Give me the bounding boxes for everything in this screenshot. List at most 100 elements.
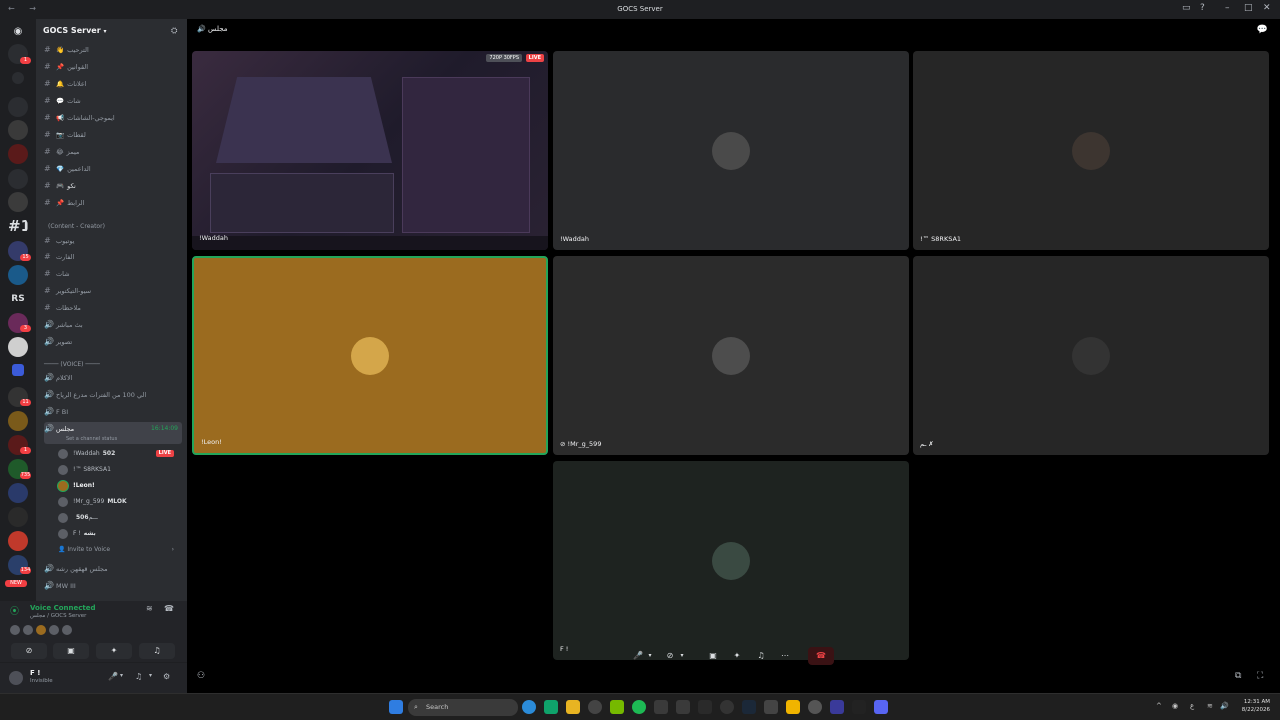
channel-item[interactable]: # 💬 شات [44,94,182,108]
server-icon[interactable] [12,72,24,84]
voice-user[interactable]: ـــم506 [58,511,182,525]
search-input[interactable]: ⌕ Search [408,699,518,716]
start-icon[interactable] [389,700,403,714]
stream-tile[interactable]: 720P 30FPS LIVE !Waddah [192,51,548,250]
chevron-down-icon[interactable]: ▾ [645,646,655,666]
category-creator[interactable]: (Content - Creator) [48,223,105,230]
disconnect-icon[interactable]: ☎ [164,604,174,613]
discord-taskbar-icon[interactable] [874,700,888,714]
avatar[interactable] [9,671,23,685]
soundboard-button[interactable]: ♫ [139,643,175,659]
user-name[interactable]: F ! [30,669,40,677]
voice-user[interactable]: !Leon! [58,479,182,493]
voice-channel-item[interactable]: 🔊 تصوير [44,335,182,349]
voice-user[interactable]: F ! بشه [58,527,182,541]
screen-share-icon[interactable]: ▣ [705,646,721,666]
spotify-icon[interactable] [632,700,646,714]
noise-suppression-icon[interactable]: ≋ [146,604,153,613]
add-member-icon[interactable]: ⛭ [171,26,177,36]
voice-user[interactable]: !Mr_g_599 MLOK [58,495,182,509]
server-icon[interactable] [8,192,28,212]
server-icon[interactable] [8,144,28,164]
voice-channel-item[interactable]: 🔊 الي 100 من الفترات مدرع الرياح [44,388,182,402]
invite-to-voice[interactable]: 👤 Invite to Voice › [58,543,182,557]
more-icon[interactable]: ⋯ [777,646,793,666]
signal-icon[interactable]: ⦿ [10,604,19,617]
voice-channel-item[interactable]: 🔊 MW III [44,579,182,593]
channel-item[interactable]: # 📌 الرابط [44,196,182,210]
category-voice[interactable]: ──── (VOICE) ──── [44,361,100,368]
channel-item[interactable]: # 💎 الداعمين [44,162,182,176]
nvidia-icon[interactable] [610,700,624,714]
tray-chevron-icon[interactable]: ^ [1156,702,1162,710]
voice-channel-item[interactable]: 🔊 بث مباشر [44,318,182,332]
participant-tile[interactable]: F ! [553,461,909,660]
app-icon[interactable] [698,700,712,714]
app-icon[interactable] [764,700,778,714]
server-name-header[interactable]: GOCS Server ▾ [43,26,106,35]
channel-item[interactable]: # الفارت [44,250,182,264]
channel-status[interactable]: Set a channel status [66,432,117,444]
app-icon[interactable] [720,700,734,714]
channel-item[interactable]: # شات [44,267,182,281]
chat-icon[interactable]: 💬 [1257,25,1268,35]
server-icon[interactable] [8,169,28,189]
voice-user[interactable]: !™ S8RKSA1 [58,463,182,477]
participant-tile[interactable]: ⊘ !Mr_g_599 [553,256,909,455]
maximize-button[interactable]: □ [1244,3,1253,13]
soundboard-icon[interactable]: ♫ [753,646,769,666]
activities-button[interactable]: ✦ [96,643,132,659]
server-icon[interactable] [8,120,28,140]
channel-item[interactable]: # 🎮 نكو [44,179,182,193]
channel-item[interactable]: # يوتيوب [44,234,182,248]
server-icon-rs[interactable]: RS [8,289,28,309]
screen-share-button[interactable]: ▣ [53,643,89,659]
camera-button[interactable]: ⊘ [11,643,47,659]
channel-item[interactable]: # 🔔 اعلانات [44,77,182,91]
server-icon[interactable] [8,507,28,527]
channel-item[interactable]: # سيو-التيكتوير [44,284,182,298]
clock[interactable]: 12:31 AM 8/22/2026 [1234,698,1270,714]
activities-icon[interactable]: ✦ [729,646,745,666]
microphone-icon[interactable]: 🎤 [631,646,645,666]
popout-icon[interactable]: ⧉ [1235,671,1241,681]
participant-tile[interactable]: ـم ✗ [913,256,1269,455]
headphones-icon[interactable]: ♫ [135,672,142,681]
channel-item[interactable]: # 📢 ايموجي-الشاشات [44,111,182,125]
participant-tile-speaking[interactable]: !Leon! [192,256,548,455]
tray-app-icon[interactable]: ◉ [1172,702,1178,710]
discord-home-icon[interactable]: ◉ [8,22,28,42]
server-icon-1[interactable]: #1 [8,216,28,236]
fullscreen-icon[interactable]: ⛶ [1257,671,1263,681]
app-icon[interactable] [588,700,602,714]
invite-icon[interactable]: ⚇ [197,671,205,681]
settings-gear-icon[interactable]: ⚙ [163,672,170,681]
camera-off-icon[interactable]: ⊘ [663,646,677,666]
microphone-icon[interactable]: 🎤 [108,672,118,681]
voice-channel-item[interactable]: 🔊 F BI [44,405,182,419]
minimize-button[interactable]: – [1225,3,1230,13]
channel-item[interactable]: # 📌 القوانين [44,60,182,74]
app-icon[interactable] [830,700,844,714]
edge-icon[interactable] [522,700,536,714]
voice-channel-item[interactable]: 🔊 الاكلام [44,371,182,385]
app-icon[interactable] [544,700,558,714]
chevron-down-icon[interactable]: ▾ [120,672,123,679]
active-voice-channel[interactable]: 🔊 مجلس 16:14:09 Set a channel status [44,422,182,444]
server-icon[interactable] [8,265,28,285]
app-icon[interactable] [786,700,800,714]
wifi-icon[interactable]: ≋ [1207,702,1213,710]
voice-channel-item[interactable]: 🔊 مجلس قهقهن رشه [44,562,182,576]
chevron-down-icon[interactable]: ▾ [149,672,152,679]
chevron-down-icon[interactable]: ▾ [677,646,687,666]
voice-user[interactable]: !Waddah 502 LIVE [58,447,182,461]
server-icon[interactable] [8,531,28,551]
inbox-icon[interactable]: ▭ [1182,3,1191,13]
app-icon[interactable] [676,700,690,714]
close-button[interactable]: ✕ [1263,3,1271,13]
app-icon[interactable] [852,700,866,714]
app-icon[interactable] [654,700,668,714]
language-icon[interactable]: ع [1190,702,1194,710]
volume-icon[interactable]: 🔊 [1220,702,1229,710]
channel-item[interactable]: # ملاحظات [44,301,182,315]
